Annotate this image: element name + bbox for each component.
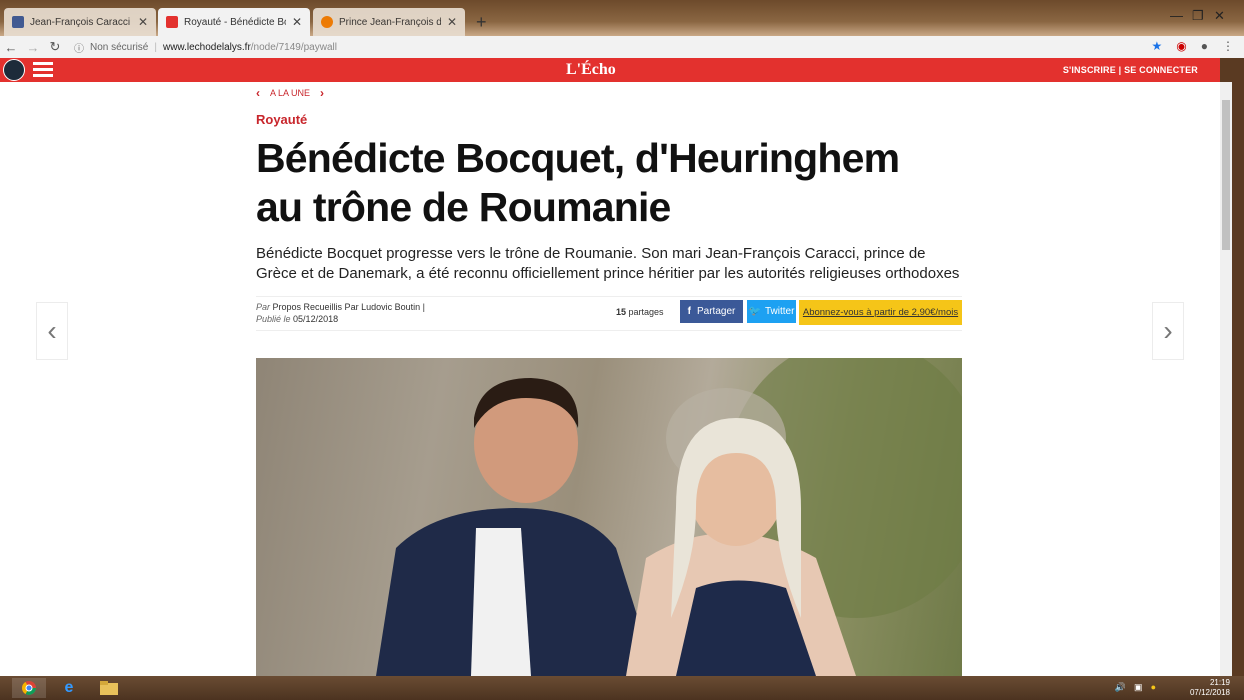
scrollbar-thumb[interactable]: [1222, 100, 1230, 250]
byline-par: Par: [256, 302, 271, 312]
close-icon[interactable]: ✕: [447, 15, 457, 29]
site-badge-logo[interactable]: [3, 59, 25, 81]
chrome-taskbar-icon[interactable]: [12, 678, 46, 698]
twitter-icon: 🐦: [748, 306, 761, 317]
volume-icon[interactable]: 🔊: [1115, 682, 1126, 693]
menu-icon[interactable]: ⋮: [1222, 39, 1234, 53]
hamburger-menu-icon[interactable]: [33, 62, 53, 78]
facebook-icon: f: [687, 306, 691, 317]
article-headline: Bénédicte Bocquet, d'Heuringhem au trône…: [256, 135, 900, 230]
clock-time: 21:19: [1209, 678, 1230, 687]
byline: Par Propos Recueillis Par Ludovic Boutin…: [256, 301, 425, 325]
bookmark-star-icon[interactable]: ★: [1152, 39, 1163, 53]
browser-toolbar: ← → ↻ ⓘ Non sécurisé | www.lechodelalys.…: [0, 36, 1244, 58]
notification-icon[interactable]: ●: [1151, 682, 1156, 693]
auth-links[interactable]: S'INSCRIRE | SE CONNECTER: [1063, 65, 1198, 75]
back-icon[interactable]: ←: [0, 40, 22, 55]
new-tab-button[interactable]: +: [476, 12, 487, 33]
next-article-arrow-icon[interactable]: ›: [1152, 302, 1184, 360]
profile-icon[interactable]: ●: [1201, 39, 1208, 53]
address-bar[interactable]: ⓘ Non sécurisé | www.lechodelalys.fr /no…: [74, 40, 337, 55]
extension-icon[interactable]: ◉: [1176, 39, 1186, 53]
blogger-icon: [321, 16, 333, 28]
clock-date: 07/12/2018: [1189, 688, 1230, 697]
close-icon[interactable]: ✕: [138, 15, 148, 29]
twitter-share-label: Twitter: [765, 306, 795, 317]
byline-date: 05/12/2018: [293, 314, 339, 324]
explorer-taskbar-icon[interactable]: [92, 678, 126, 698]
browser-tab[interactable]: Jean-François Caracci ✕: [4, 8, 156, 36]
ie-taskbar-icon[interactable]: e: [52, 678, 86, 698]
reload-icon[interactable]: ↻: [44, 39, 66, 55]
close-icon[interactable]: ✕: [292, 15, 302, 29]
tab-title: Jean-François Caracci: [30, 16, 131, 28]
byline-published-label: Publié le: [256, 314, 291, 324]
chevron-left-icon[interactable]: ‹: [256, 86, 260, 100]
previous-article-arrow-icon[interactable]: ‹: [36, 302, 68, 360]
site-logo[interactable]: L'Écho: [566, 61, 616, 79]
site-header: L'Écho S'INSCRIRE | SE CONNECTER: [0, 58, 1220, 82]
close-window-icon[interactable]: ✕: [1214, 8, 1225, 24]
url-domain: www.lechodelalys.fr: [162, 41, 251, 53]
windows-taskbar: e 🔊 ▣ ● 21:19 07/12/2018: [0, 676, 1244, 700]
facebook-share-button[interactable]: f Partager: [680, 300, 743, 323]
subscribe-button[interactable]: Abonnez-vous à partir de 2,90€/mois: [799, 300, 962, 325]
share-count-label: partages: [628, 307, 664, 317]
info-icon: ⓘ: [74, 43, 84, 55]
article-meta: Par Propos Recueillis Par Ludovic Boutin…: [256, 296, 962, 331]
security-label: Non sécurisé: [90, 41, 149, 53]
share-count-number: 15: [616, 307, 627, 317]
photo-couple: [376, 358, 962, 676]
minimize-icon[interactable]: —: [1170, 8, 1183, 23]
twitter-share-button[interactable]: 🐦 Twitter: [747, 300, 796, 323]
breadcrumb-label[interactable]: A LA UNE: [270, 88, 310, 98]
chevron-right-icon[interactable]: ›: [320, 86, 324, 100]
share-count: 15 partages: [616, 307, 664, 317]
network-icon[interactable]: ▣: [1134, 682, 1143, 693]
browser-tabstrip: Jean-François Caracci ✕ Royauté - Bénédi…: [0, 0, 1244, 36]
article-photo: [256, 358, 962, 676]
article-lead: Bénédicte Bocquet progresse vers le trôn…: [256, 245, 960, 282]
tab-title: Prince Jean-François de Grèce &: [339, 16, 441, 28]
maximize-icon[interactable]: ❐: [1192, 8, 1204, 24]
url-path: /node/7149/paywall: [250, 41, 337, 53]
forward-icon[interactable]: →: [22, 40, 44, 55]
divider: |: [154, 41, 157, 53]
page-scrollbar[interactable]: [1220, 82, 1232, 676]
facebook-icon: [12, 16, 24, 28]
browser-tab-active[interactable]: Royauté - Bénédicte Bocquet, d' ✕: [158, 8, 310, 36]
byline-author: Propos Recueillis Par Ludovic Boutin |: [272, 302, 425, 312]
facebook-share-label: Partager: [696, 306, 736, 317]
system-tray: 🔊 ▣ ●: [1115, 682, 1156, 693]
site-favicon-icon: [166, 16, 178, 28]
tab-title: Royauté - Bénédicte Bocquet, d': [184, 16, 286, 28]
taskbar-clock[interactable]: 21:19 07/12/2018: [1190, 678, 1230, 698]
article-page: ‹ A LA UNE › Royauté Bénédicte Bocquet, …: [0, 82, 1220, 676]
breadcrumb: ‹ A LA UNE ›: [256, 86, 324, 100]
browser-tab[interactable]: Prince Jean-François de Grèce & ✕: [313, 8, 465, 36]
article-category[interactable]: Royauté: [256, 112, 307, 127]
